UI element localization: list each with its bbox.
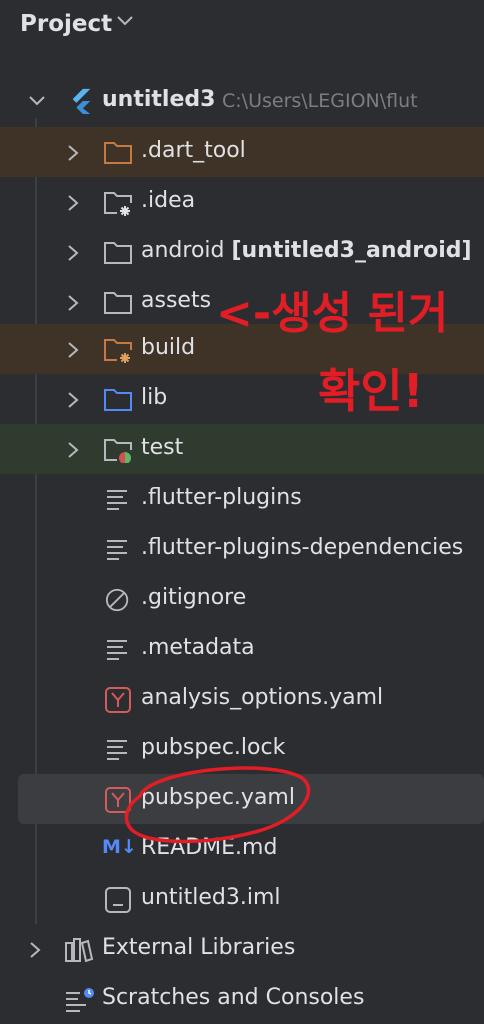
annotation-circle [124, 766, 311, 844]
